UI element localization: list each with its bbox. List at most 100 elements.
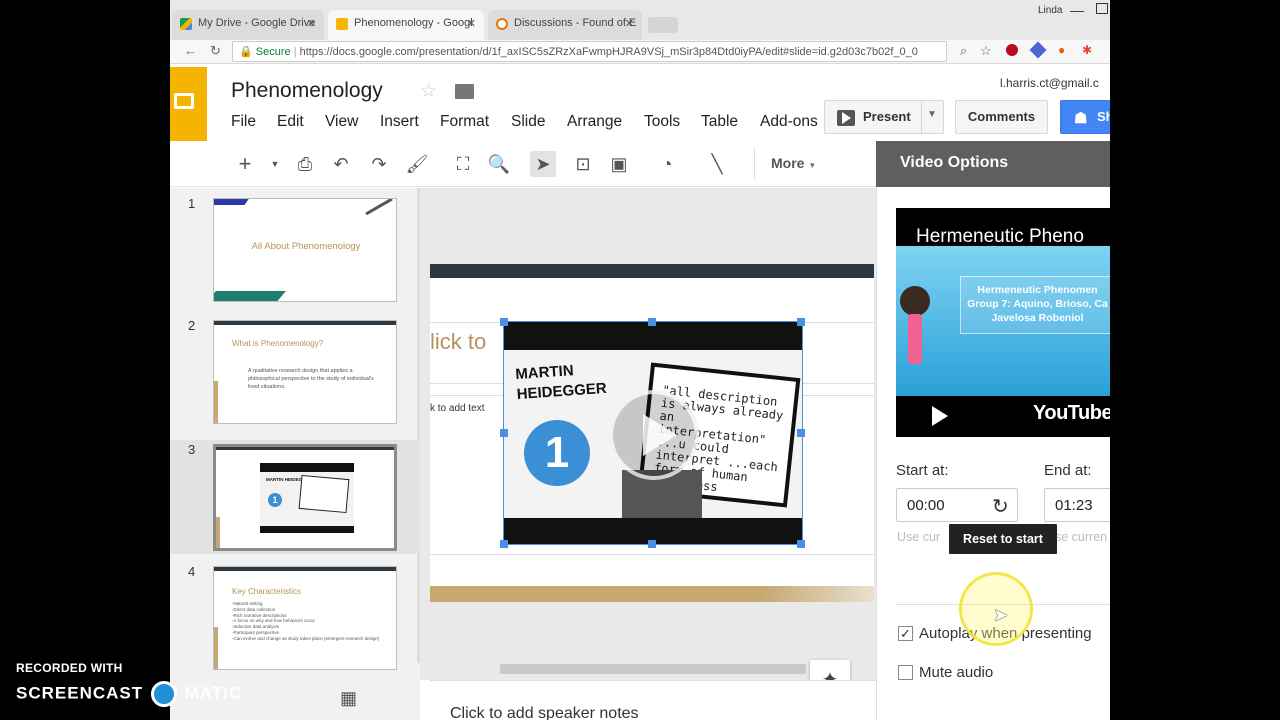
menu-addons[interactable]: Add-ons: [760, 113, 818, 131]
grid-view-icon[interactable]: ▦: [340, 688, 357, 709]
title-placeholder-text: lick to: [430, 329, 487, 354]
document-title[interactable]: Phenomenology: [231, 79, 383, 103]
paint-format-icon[interactable]: 🖌: [404, 151, 430, 177]
extension-icon[interactable]: ●: [1058, 43, 1065, 57]
pinterest-icon[interactable]: [1006, 44, 1018, 56]
reset-icon[interactable]: ↻: [992, 494, 1009, 519]
start-time-input[interactable]: 00:00 ↻: [896, 488, 1018, 522]
comments-button[interactable]: Comments: [955, 100, 1048, 134]
close-icon[interactable]: ✕: [625, 17, 634, 30]
shape-icon[interactable]: ◔: [654, 151, 680, 177]
tab-my-drive[interactable]: My Drive - Google Drive ✕: [172, 10, 324, 40]
undo-icon[interactable]: ↶: [328, 151, 354, 177]
more-button[interactable]: More ▼: [771, 155, 816, 171]
image-icon[interactable]: ▣: [606, 151, 632, 177]
thumbnail-title: All About Phenomenology: [251, 241, 361, 252]
print-icon[interactable]: ⎙: [292, 151, 318, 177]
preview-title: Hermeneutic Pheno: [916, 226, 1084, 247]
textbox-icon[interactable]: ⊡: [570, 151, 596, 177]
slide-thumbnail-1[interactable]: All About Phenomenology: [213, 198, 397, 302]
tab-discussions[interactable]: Discussions - Found of E ✕: [488, 10, 642, 40]
mute-label[interactable]: Mute audio: [919, 664, 993, 681]
resize-handle[interactable]: [797, 429, 805, 437]
video-options-panel: Hermeneutic Pheno Hermeneutic Phenomen G…: [876, 187, 1110, 720]
resize-handle[interactable]: [648, 540, 656, 548]
chevron-down-icon[interactable]: ▼: [262, 151, 288, 177]
resize-handle[interactable]: [797, 540, 805, 548]
minimize-icon[interactable]: —: [1070, 2, 1084, 18]
use-current-link[interactable]: se curren: [1055, 530, 1107, 544]
zoom-icon[interactable]: ⌕: [960, 43, 967, 59]
secure-label: Secure: [255, 46, 291, 58]
watermark-brand: SCREENCAST MATIC: [16, 681, 242, 707]
body-placeholder-text: k to add text: [430, 403, 485, 414]
video-number: 1: [524, 420, 590, 486]
menu-format[interactable]: Format: [440, 113, 489, 131]
star-icon[interactable]: ☆: [980, 43, 992, 59]
resize-handle[interactable]: [500, 318, 508, 326]
preview-caption: Hermeneutic Phenomen Group 7: Aquino, Br…: [960, 276, 1110, 334]
tab-phenomenology[interactable]: Phenomenology - Googl ✕: [328, 10, 484, 40]
close-icon[interactable]: ✕: [307, 17, 316, 30]
speaker-notes[interactable]: Click to add speaker notes: [430, 680, 876, 720]
account-email[interactable]: l.harris.ct@gmail.c: [1000, 76, 1099, 90]
menu-tools[interactable]: Tools: [644, 113, 680, 131]
star-icon[interactable]: ☆: [420, 80, 437, 103]
zoom-icon[interactable]: 🔍: [486, 151, 512, 177]
share-button[interactable]: ☗ Sh: [1060, 100, 1110, 134]
resize-handle[interactable]: [648, 318, 656, 326]
video-play-overlay[interactable]: [609, 390, 699, 480]
end-time-input[interactable]: 01:23: [1044, 488, 1110, 522]
resize-handle[interactable]: [500, 429, 508, 437]
preview-caption-line: Hermeneutic Phenomen: [977, 284, 1098, 296]
drive-icon: [180, 18, 192, 30]
play-icon[interactable]: [932, 406, 948, 426]
menu-slide[interactable]: Slide: [511, 113, 545, 131]
new-slide-icon[interactable]: +: [232, 151, 258, 177]
slide-thumbnail-3[interactable]: MARTIN HEIDEGGER 1: [213, 444, 397, 551]
start-label: Start at:: [896, 462, 949, 479]
slide-video[interactable]: MARTIN HEIDEGGER 1 "all description is a…: [503, 321, 803, 545]
menu-table[interactable]: Table: [701, 113, 738, 131]
close-icon[interactable]: ✕: [467, 17, 476, 30]
use-current-link[interactable]: Use cur: [897, 530, 940, 544]
url-input[interactable]: 🔒 Secure | https://docs.google.com/prese…: [232, 41, 947, 62]
slides-logo[interactable]: [170, 67, 207, 141]
browser-window: My Drive - Google Drive ✕ Phenomenology …: [170, 0, 1110, 720]
menu-insert[interactable]: Insert: [380, 113, 419, 131]
slide-thumbnail-4[interactable]: Key Characteristics -Natural setting -Di…: [213, 566, 397, 670]
profile-name[interactable]: Linda: [1038, 5, 1062, 16]
fit-icon[interactable]: ⛶: [450, 151, 476, 177]
maximize-icon[interactable]: [1096, 3, 1108, 14]
autoplay-checkbox[interactable]: ✓: [898, 626, 913, 641]
resize-handle[interactable]: [500, 540, 508, 548]
folder-icon[interactable]: [455, 84, 474, 99]
resize-handle[interactable]: [797, 318, 805, 326]
menu-arrange[interactable]: Arrange: [567, 113, 622, 131]
reload-icon[interactable]: ↻: [210, 43, 221, 59]
address-bar: ← ↻ 🔒 Secure | https://docs.google.com/p…: [170, 40, 1110, 64]
discussion-icon: [496, 18, 508, 30]
menu-file[interactable]: File: [231, 113, 256, 131]
back-icon[interactable]: ←: [184, 43, 197, 58]
redo-icon[interactable]: ↷: [366, 151, 392, 177]
video-preview[interactable]: Hermeneutic Pheno Hermeneutic Phenomen G…: [896, 208, 1110, 437]
chevron-down-icon[interactable]: ▼: [927, 109, 937, 120]
mute-checkbox[interactable]: [898, 665, 913, 680]
present-button[interactable]: Present ▼: [824, 100, 944, 134]
slide-thumbnail-2[interactable]: What is Phenomenology? A qualitative res…: [213, 320, 397, 424]
select-icon[interactable]: ➤: [530, 151, 556, 177]
menu-edit[interactable]: Edit: [277, 113, 304, 131]
extension-icon[interactable]: [1029, 41, 1047, 59]
new-tab-button[interactable]: [648, 17, 678, 33]
url-text: https://docs.google.com/presentation/d/1…: [299, 46, 918, 58]
slides-icon: [336, 18, 348, 30]
slide-number: 4: [188, 564, 196, 579]
horizontal-scrollbar[interactable]: [500, 664, 806, 674]
present-label: Present: [863, 109, 911, 124]
line-icon[interactable]: ╲: [704, 151, 730, 177]
extension-icon[interactable]: ✱: [1082, 43, 1092, 57]
slides-icon: [174, 93, 194, 109]
play-icon: [842, 112, 851, 124]
menu-view[interactable]: View: [325, 113, 358, 131]
